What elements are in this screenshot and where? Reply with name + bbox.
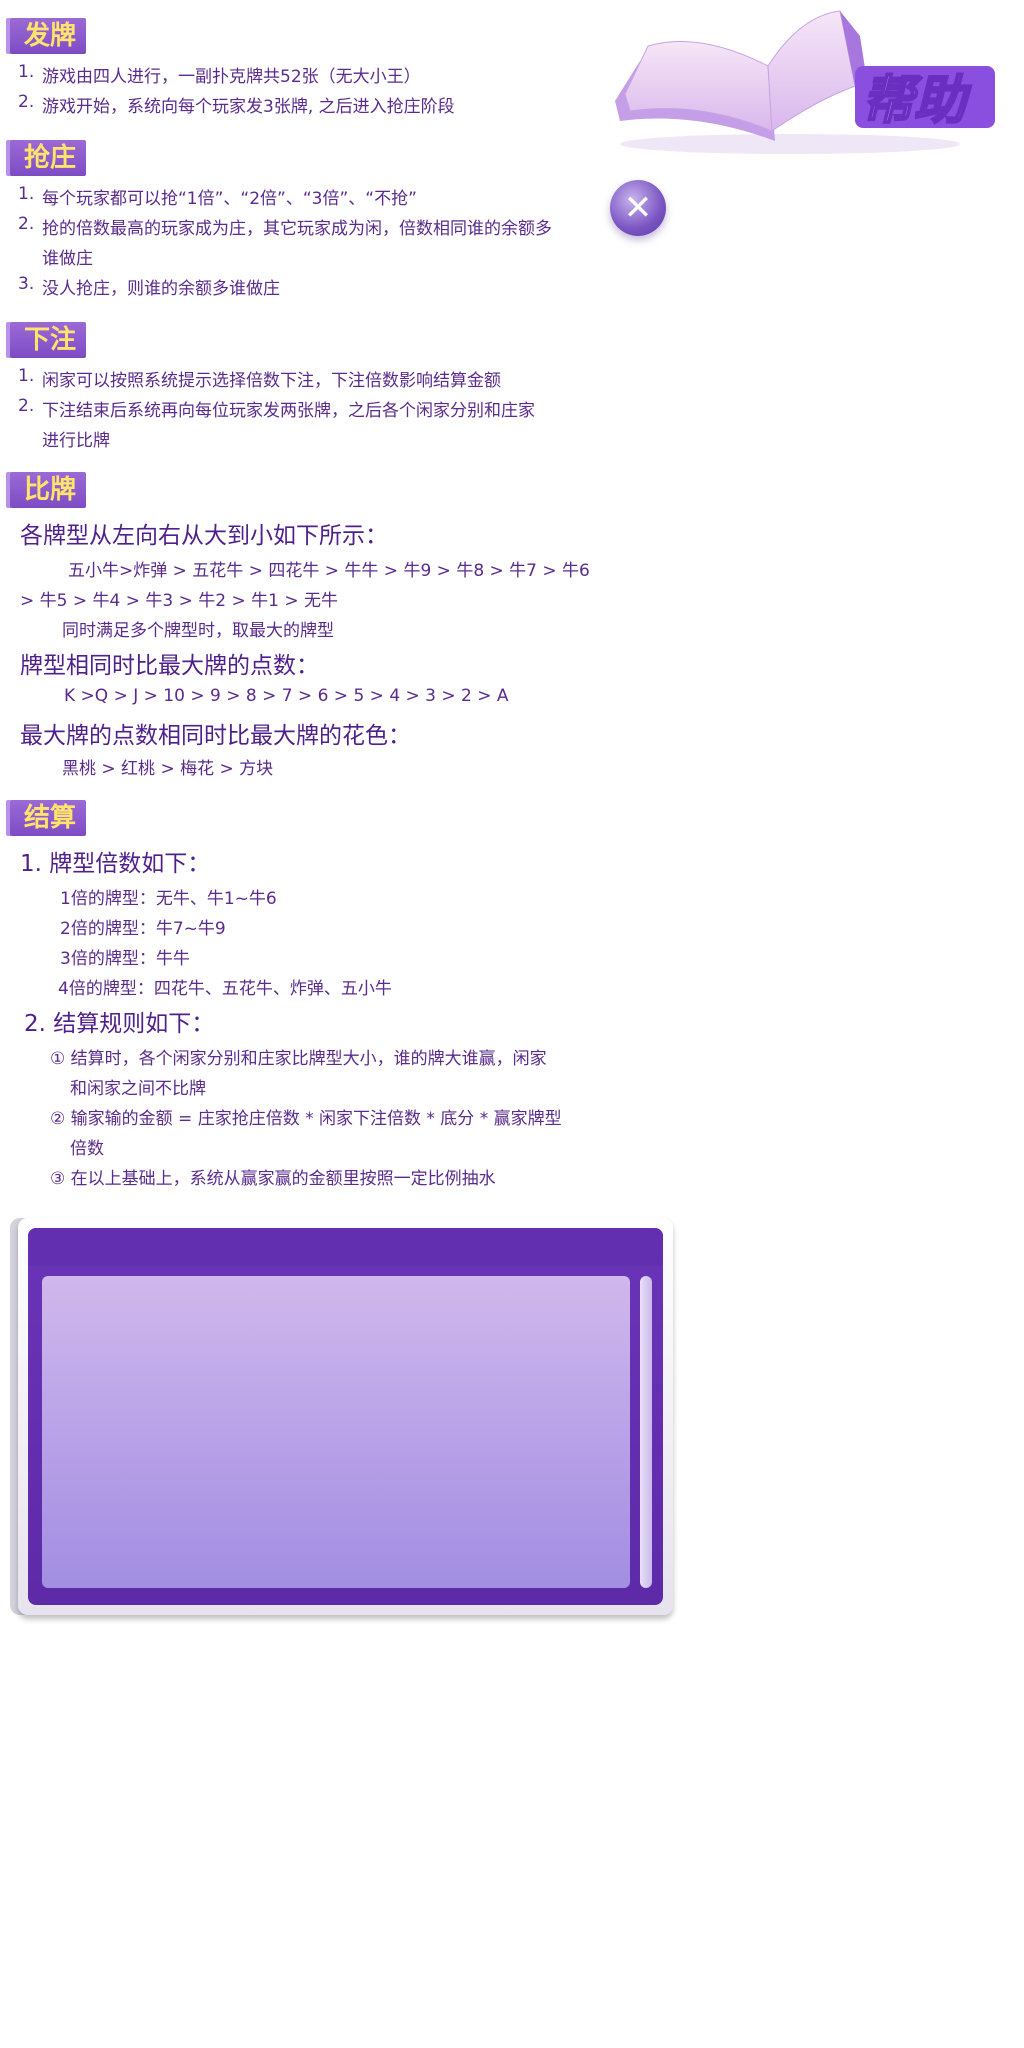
compare-order-line-2: > 牛5 > 牛4 > 牛3 > 牛2 > 牛1 > 无牛 xyxy=(20,591,338,611)
compare-note: 同时满足多个牌型时，取最大的牌型 xyxy=(62,621,334,641)
bet-item-2-num: 2. xyxy=(18,396,35,416)
section-tag-settle: 结算 xyxy=(10,800,87,836)
section-tag-compare: 比牌 xyxy=(10,472,87,508)
grab-item-2-cont: 谁做庄 xyxy=(42,249,93,269)
settle-rule-2b: 倍数 xyxy=(70,1139,104,1159)
bet-item-2: 下注结束后系统再向每位玩家发两张牌，之后各个闲家分别和庄家 xyxy=(42,401,535,421)
dialog-scrollbar[interactable] xyxy=(640,1276,652,1588)
settle-heading-2: 2. 结算规则如下： xyxy=(24,1011,215,1037)
bet-item-2-cont: 进行比牌 xyxy=(42,431,110,451)
grab-item-1: 每个玩家都可以抢“1倍”、“2倍”、“3倍”、“不抢” xyxy=(42,189,417,209)
section-tag-bet: 下注 xyxy=(10,322,87,358)
settle-multiplier-3: 3倍的牌型：牛牛 xyxy=(60,949,190,969)
dialog-content-area[interactable] xyxy=(42,1276,630,1588)
settle-rule-1a: ① 结算时，各个闲家分别和庄家比牌型大小，谁的牌大谁赢，闲家 xyxy=(50,1049,547,1069)
close-icon: ✕ xyxy=(623,188,653,228)
deal-item-1-num: 1. xyxy=(18,62,35,82)
compare-heading-3: 最大牌的点数相同时比最大牌的花色： xyxy=(20,723,411,749)
settle-rule-3: ③ 在以上基础上，系统从赢家赢的金额里按照一定比例抽水 xyxy=(50,1169,496,1189)
deal-item-1: 游戏由四人进行，一副扑克牌共52张（无大小王） xyxy=(42,67,421,87)
compare-heading-2: 牌型相同时比最大牌的点数： xyxy=(20,653,319,679)
section-tag-deal: 发牌 xyxy=(10,18,87,54)
dialog-header xyxy=(28,1228,663,1266)
settle-multiplier-4: 4倍的牌型：四花牛、五花牛、炸弹、五小牛 xyxy=(58,979,392,999)
settle-heading-1: 1. 牌型倍数如下： xyxy=(20,851,211,877)
close-button[interactable]: ✕ xyxy=(610,180,666,236)
help-book-banner: 帮助 xyxy=(615,10,995,154)
grab-item-2-num: 2. xyxy=(18,214,35,234)
settle-multiplier-2: 2倍的牌型：牛7~牛9 xyxy=(60,919,226,939)
compare-suits: 黑桃 > 红桃 > 梅花 > 方块 xyxy=(62,759,274,779)
section-tag-grab: 抢庄 xyxy=(10,140,87,176)
grab-item-1-num: 1. xyxy=(18,184,35,204)
grab-item-2: 抢的倍数最高的玩家成为庄，其它玩家成为闲，倍数相同谁的余额多 xyxy=(42,219,552,239)
compare-order-line-1: 五小牛>炸弹 > 五花牛 > 四花牛 > 牛牛 > 牛9 > 牛8 > 牛7 >… xyxy=(68,561,590,581)
settle-multiplier-1: 1倍的牌型：无牛、牛1~牛6 xyxy=(60,889,277,909)
deal-item-2: 游戏开始，系统向每个玩家发3张牌, 之后进入抢庄阶段 xyxy=(42,97,455,117)
dialog-panel xyxy=(18,1218,673,1615)
help-title: 帮助 xyxy=(862,71,972,131)
compare-points: K >Q > J > 10 > 9 > 8 > 7 > 6 > 5 > 4 > … xyxy=(64,686,509,706)
grab-item-3: 没人抢庄，则谁的余额多谁做庄 xyxy=(42,279,280,299)
bet-item-1: 闲家可以按照系统提示选择倍数下注，下注倍数影响结算金额 xyxy=(42,371,501,391)
grab-item-3-num: 3. xyxy=(18,274,35,294)
dialog-frame xyxy=(28,1228,663,1605)
settle-rule-1b: 和闲家之间不比牌 xyxy=(70,1079,206,1099)
settle-rule-2a: ② 输家输的金额 = 庄家抢庄倍数 * 闲家下注倍数 * 底分 * 赢家牌型 xyxy=(50,1109,562,1129)
compare-heading-1: 各牌型从左向右从大到小如下所示： xyxy=(20,523,388,549)
bet-item-1-num: 1. xyxy=(18,366,35,386)
deal-item-2-num: 2. xyxy=(18,92,35,112)
